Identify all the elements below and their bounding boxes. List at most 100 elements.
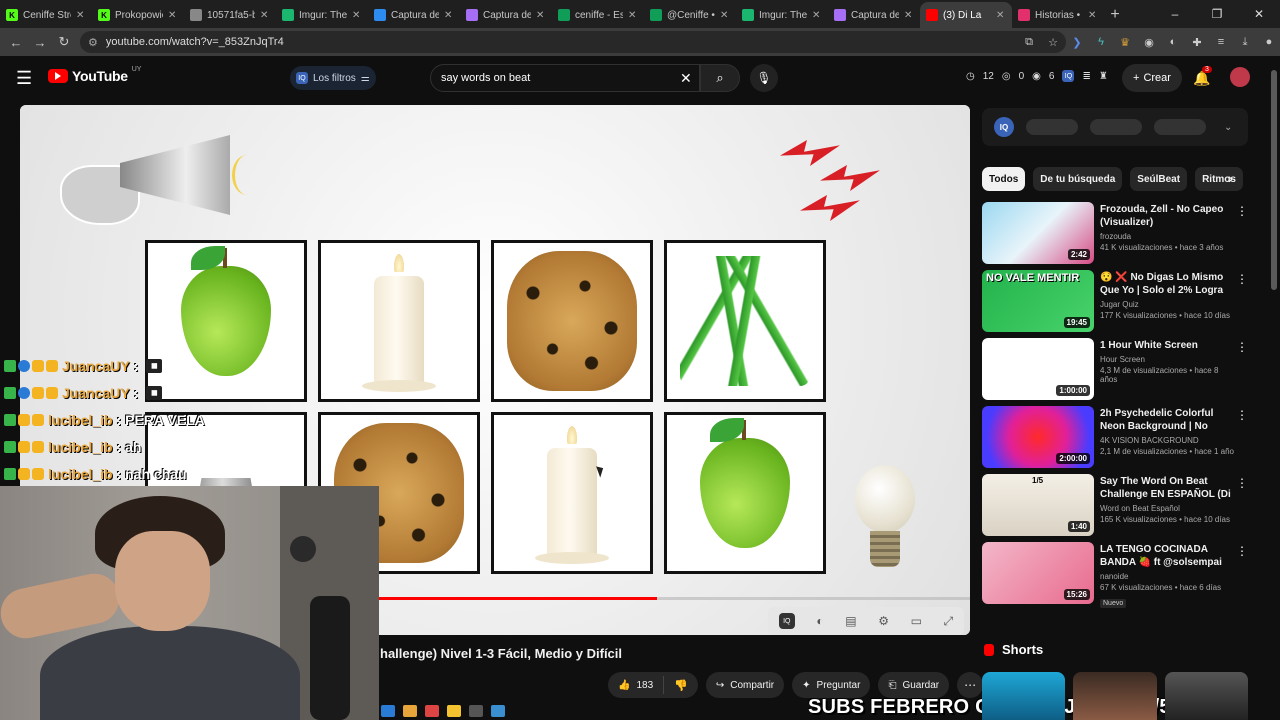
maximize-icon[interactable]: ❐ — [1196, 0, 1238, 28]
forward-icon[interactable]: → — [28, 35, 52, 50]
chevron-down-icon[interactable]: ⌄ — [1224, 122, 1232, 133]
more-actions-button[interactable]: ⋯ — [957, 672, 984, 698]
channel-name[interactable]: Hour Screen — [1100, 355, 1236, 364]
channel-name[interactable]: Jugar Quiz — [1100, 300, 1236, 309]
recommended-video[interactable]: 15:26 LA TENGO COCINADA BANDA 🍓 ft @sols… — [982, 542, 1252, 610]
site-info-icon[interactable]: ⚙ — [88, 36, 98, 49]
bookmark-star-icon[interactable]: ☆ — [1044, 33, 1062, 51]
ask-button[interactable]: ✦ Preguntar — [792, 672, 871, 698]
app-icon[interactable] — [403, 705, 417, 717]
folder-icon[interactable] — [447, 705, 461, 717]
url-bar[interactable]: ⚙ youtube.com/watch?v=_853ZnJqTr4 — [80, 31, 1066, 53]
search-button[interactable]: ⌕ — [700, 64, 740, 92]
short-thumbnail[interactable] — [1073, 672, 1157, 720]
short-thumbnail[interactable] — [982, 672, 1066, 720]
close-tab-icon[interactable]: ✕ — [904, 10, 914, 21]
close-tab-icon[interactable]: ✕ — [444, 10, 454, 21]
fullscreen-icon[interactable]: ⤢ — [944, 614, 954, 629]
browser-tab[interactable]: Imgur: The m ✕ — [276, 2, 368, 28]
cast-icon[interactable]: ⧉ — [1020, 33, 1038, 51]
trophy-icon[interactable]: ♜ — [1099, 71, 1108, 82]
short-thumbnail[interactable] — [1164, 672, 1248, 720]
close-tab-icon[interactable]: ✕ — [260, 10, 270, 21]
iq-tab[interactable] — [1154, 119, 1206, 135]
browser-tab[interactable]: Historias • In ✕ — [1012, 2, 1104, 28]
recommended-title[interactable]: 😯 ❌ No Digas Lo Mismo Que Yo | Solo el 2… — [1100, 271, 1236, 297]
extension-icon[interactable]: ♛ — [1116, 33, 1134, 51]
browser-tab[interactable]: ceniffe - Esta ✕ — [552, 2, 644, 28]
channel-name[interactable]: Word on Beat Español — [1100, 504, 1236, 513]
chevron-right-icon[interactable]: › — [1228, 170, 1233, 186]
download-icon[interactable]: ⤓ — [1236, 33, 1254, 51]
channel-name[interactable]: nanoide — [1100, 572, 1236, 581]
iq-tab[interactable] — [1090, 119, 1142, 135]
close-tab-icon[interactable]: ✕ — [352, 10, 362, 21]
close-tab-icon[interactable]: ✕ — [76, 10, 86, 21]
filter-chip[interactable]: Todos — [982, 167, 1026, 191]
theater-mode-icon[interactable]: ▭ — [911, 614, 922, 628]
recommended-video[interactable]: 1/5 1:40 Say The Word On Beat Challenge … — [982, 474, 1252, 542]
close-tab-icon[interactable]: ✕ — [812, 10, 822, 21]
close-tab-icon[interactable]: ✕ — [996, 10, 1006, 21]
extension-icon[interactable]: ❯ — [1068, 33, 1086, 51]
app-icon[interactable] — [491, 705, 505, 717]
close-tab-icon[interactable]: ✕ — [168, 10, 178, 21]
recommended-title[interactable]: 1 Hour White Screen — [1100, 339, 1236, 352]
minimize-icon[interactable]: – — [1154, 0, 1196, 28]
extension-icon[interactable]: ◉ — [1140, 33, 1158, 51]
profile-icon[interactable]: ● — [1260, 33, 1278, 51]
subtitles-icon[interactable]: ▤ — [845, 614, 856, 628]
recommended-video[interactable]: 2:00:00 2h Psychedelic Colorful Neon Bac… — [982, 406, 1252, 474]
more-options-icon[interactable]: ⋮ — [1236, 408, 1248, 422]
iq-icon[interactable]: IQ — [1062, 70, 1075, 82]
more-options-icon[interactable]: ⋮ — [1236, 340, 1248, 354]
browser-tab[interactable]: Captura de p ✕ — [460, 2, 552, 28]
video-thumbnail[interactable]: 15:26 — [982, 542, 1094, 604]
recommended-title[interactable]: Say The Word On Beat Challenge EN ESPAÑO… — [1100, 475, 1236, 501]
filters-button[interactable]: IQ Los filtros ⚌ — [290, 66, 376, 90]
like-button[interactable]: 👍 183 — [608, 676, 665, 694]
create-button[interactable]: + Crear — [1122, 64, 1182, 92]
list-icon[interactable]: ≣ — [1082, 71, 1090, 82]
autoplay-toggle-icon[interactable]: ◐ — [816, 614, 823, 628]
channel-name[interactable]: 4K VISION BACKGROUND — [1100, 436, 1236, 445]
chrome-icon[interactable] — [425, 705, 439, 717]
share-button[interactable]: ↪ Compartir — [705, 672, 785, 698]
more-options-icon[interactable]: ⋮ — [1236, 204, 1248, 218]
avatar[interactable] — [1230, 67, 1250, 87]
browser-tab[interactable]: K Ceniffe Strea ✕ — [0, 2, 92, 28]
channel-name[interactable]: frozouda — [1100, 232, 1236, 241]
back-icon[interactable]: ← — [4, 35, 28, 50]
browser-tab[interactable]: @Ceniffe • 2 ✕ — [644, 2, 736, 28]
dislike-button[interactable]: 👎 — [664, 679, 698, 692]
video-thumbnail[interactable]: 2:42 — [982, 202, 1094, 264]
recommended-video[interactable]: 1:00:00 1 Hour White Screen Hour Screen … — [982, 338, 1252, 406]
recommended-video[interactable]: NO VALE MENTIR 19:45 😯 ❌ No Digas Lo Mis… — [982, 270, 1252, 338]
recommended-title[interactable]: LA TENGO COCINADA BANDA 🍓 ft @solsempai — [1100, 543, 1236, 569]
more-options-icon[interactable]: ⋮ — [1236, 272, 1248, 286]
video-thumbnail[interactable]: 1/5 1:40 — [982, 474, 1094, 536]
browser-tab[interactable]: 10571fa5-bf ✕ — [184, 2, 276, 28]
page-scrollbar[interactable] — [1270, 60, 1278, 720]
video-thumbnail[interactable]: NO VALE MENTIR 19:45 — [982, 270, 1094, 332]
browser-tab[interactable]: K Prokopowicz ✕ — [92, 2, 184, 28]
iq-icon[interactable]: IQ — [778, 613, 795, 629]
close-tab-icon[interactable]: ✕ — [1088, 10, 1098, 21]
close-window-icon[interactable]: ✕ — [1238, 0, 1280, 28]
recommended-title[interactable]: Frozouda, Zell - No Capeo (Visualizer) — [1100, 203, 1236, 229]
tab-search-icon[interactable]: ≡ — [1212, 33, 1230, 51]
filter-chip[interactable]: De tu búsqueda — [1033, 167, 1123, 191]
app-icon[interactable] — [469, 705, 483, 717]
youtube-logo[interactable]: YouTube UY — [48, 66, 141, 84]
video-thumbnail[interactable]: 1:00:00 — [982, 338, 1094, 400]
clear-search-icon[interactable]: ✕ — [680, 70, 692, 87]
reload-icon[interactable]: ↻ — [52, 34, 76, 50]
app-icon[interactable] — [381, 705, 395, 717]
close-tab-icon[interactable]: ✕ — [628, 10, 638, 21]
filter-chip[interactable]: Ritmos — [1195, 167, 1243, 191]
menu-icon[interactable]: ☰ — [16, 68, 32, 89]
browser-tab[interactable]: Imgur: The m ✕ — [736, 2, 828, 28]
video-thumbnail[interactable]: 2:00:00 — [982, 406, 1094, 468]
browser-tab[interactable]: Captura de p ✕ — [828, 2, 920, 28]
voice-search-button[interactable]: 🎙 — [750, 64, 778, 92]
